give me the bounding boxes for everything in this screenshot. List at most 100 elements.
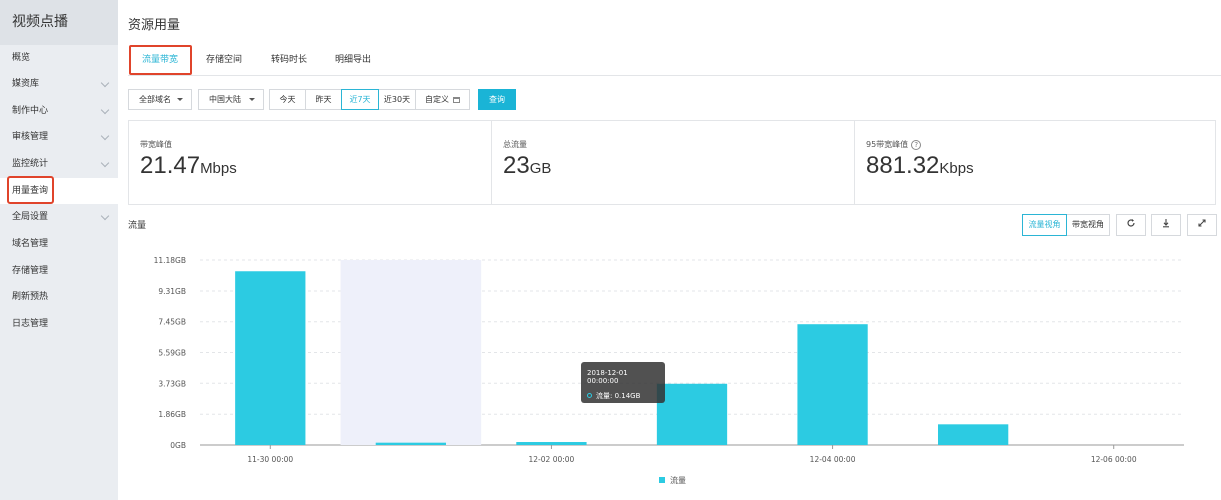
sidebar-item[interactable]: 概览	[0, 45, 118, 71]
stat-unit: GB	[529, 160, 552, 177]
domain-dropdown[interactable]: 全部域名	[128, 89, 192, 110]
y-tick-label: 9.31GB	[158, 287, 186, 296]
tab-bar: 流量带宽 存储空间 转码时长 明细导出	[128, 46, 1221, 76]
sidebar-item[interactable]: 媒资库	[0, 71, 118, 97]
download-button[interactable]	[1151, 214, 1181, 236]
x-tick-label: 12-04 00:00	[810, 455, 856, 464]
sidebar-item-label: 刷新预热	[12, 292, 49, 302]
x-tick-label: 11-30 00:00	[247, 455, 293, 464]
bar[interactable]	[797, 324, 868, 445]
bar[interactable]	[235, 271, 306, 445]
stat-number: 881.32	[866, 152, 940, 179]
legend-label: 流量	[670, 476, 686, 485]
sidebar: 视频点播 概览 媒资库 制作中心 审核管理 监控统计 用量查询 全局设置 域名管理 存储管理 刷新…	[0, 0, 118, 500]
sidebar-item-label: 概览	[12, 53, 31, 63]
range-custom[interactable]: 自定义	[415, 89, 470, 110]
sidebar-item-label: 存储管理	[12, 266, 49, 276]
sidebar-item-label: 制作中心	[12, 106, 49, 116]
help-icon[interactable]: ?	[911, 140, 922, 150]
tab-detail-export[interactable]: 明细导出	[322, 46, 384, 75]
stat-label: 总流量	[503, 140, 527, 149]
region-dropdown[interactable]: 中国大陆	[198, 89, 264, 110]
y-tick-label: 3.73GB	[158, 379, 186, 388]
tab-transcode-duration[interactable]: 转码时长	[258, 46, 320, 75]
stat-number: 21.47	[140, 152, 201, 179]
sidebar-item[interactable]: 制作中心	[0, 98, 118, 124]
domain-dropdown-label: 全部域名	[139, 95, 171, 104]
highlight-box-usage-query	[7, 176, 54, 204]
query-button[interactable]: 查询	[478, 89, 516, 110]
range-custom-label: 自定义	[425, 95, 449, 104]
sidebar-item-label: 域名管理	[12, 239, 49, 249]
highlight-box-tab	[129, 45, 192, 75]
sidebar-item[interactable]: 刷新预热	[0, 284, 118, 310]
sidebar-item[interactable]: 全局设置	[0, 204, 118, 230]
y-tick-label: 1.86GB	[158, 410, 186, 419]
sidebar-item-label: 全局设置	[12, 212, 49, 222]
y-tick-label: 5.59GB	[158, 349, 186, 358]
chart-y-axis: 0GB 1.86GB 3.73GB 5.59GB 7.45GB 9.31GB 11.18GB	[154, 256, 186, 450]
chevron-down-icon	[100, 131, 110, 141]
chevron-down-icon	[100, 158, 110, 168]
series-dot-icon	[587, 393, 592, 398]
stat-95-peak-bandwidth: 95带宽峰值? 881.32Kbps	[855, 121, 1215, 204]
chart-hover-highlight	[340, 260, 482, 445]
traffic-view-button[interactable]: 流量视角	[1022, 214, 1067, 236]
bandwidth-view-button[interactable]: 带宽视角	[1066, 214, 1110, 236]
chevron-down-icon	[100, 78, 110, 88]
range-yesterday[interactable]: 昨天	[305, 89, 342, 110]
sidebar-item[interactable]: 监控统计	[0, 151, 118, 177]
y-tick-label: 7.45GB	[158, 318, 186, 327]
stat-label: 95带宽峰值?	[866, 139, 922, 150]
sidebar-item-label: 媒资库	[12, 79, 40, 89]
tab-storage[interactable]: 存储空间	[194, 46, 254, 75]
stat-value: 21.47Mbps	[140, 152, 237, 180]
stats-panel: 带宽峰值 21.47Mbps 总流量 23GB 95带宽峰值? 881.32Kb…	[128, 120, 1216, 205]
sidebar-item[interactable]: 存储管理	[0, 258, 118, 284]
sidebar-item-label: 日志管理	[12, 319, 49, 329]
stat-unit: Mbps	[200, 160, 237, 177]
sidebar-item-label: 审核管理	[12, 132, 49, 142]
tooltip-row: 流量: 0.14GB	[587, 391, 659, 401]
chart-title: 流量	[128, 221, 147, 231]
x-tick-label: 12-02 00:00	[529, 455, 575, 464]
stat-total-traffic: 总流量 23GB	[492, 121, 855, 204]
calendar-icon	[453, 97, 460, 103]
chart-legend[interactable]: 流量	[659, 475, 686, 486]
bar[interactable]	[656, 383, 728, 445]
sidebar-title: 视频点播	[0, 0, 118, 45]
x-tick-label: 12-06 00:00	[1091, 455, 1137, 464]
bar[interactable]	[375, 442, 446, 445]
range-last-30-days[interactable]: 近30天	[378, 89, 416, 110]
sidebar-item[interactable]: 日志管理	[0, 311, 118, 337]
caret-down-icon	[249, 98, 255, 101]
range-today[interactable]: 今天	[269, 89, 306, 110]
stat-label-text: 95带宽峰值	[866, 140, 909, 149]
tooltip-value: 流量: 0.14GB	[596, 392, 641, 400]
bar[interactable]	[938, 424, 1009, 445]
stat-label: 带宽峰值	[140, 140, 172, 149]
hover-highlight-band	[340, 260, 482, 445]
chevron-down-icon	[100, 105, 110, 115]
fullscreen-button[interactable]	[1187, 214, 1217, 236]
y-tick-label: 0GB	[170, 441, 186, 450]
region-dropdown-label: 中国大陆	[209, 95, 241, 104]
caret-down-icon	[177, 98, 183, 101]
chevron-down-icon	[100, 211, 110, 221]
sidebar-item[interactable]: 审核管理	[0, 124, 118, 150]
y-tick-label: 11.18GB	[154, 256, 186, 265]
sidebar-item[interactable]: 域名管理	[0, 231, 118, 257]
bar[interactable]	[516, 442, 587, 445]
range-last-7-days[interactable]: 近7天	[341, 89, 379, 110]
stat-number: 23	[503, 152, 530, 179]
fullscreen-icon	[1198, 219, 1206, 227]
chart-x-axis: 11-30 00:00 12-02 00:00 12-04 00:00 12-06 0…	[247, 445, 1137, 464]
download-icon	[1163, 219, 1169, 228]
refresh-button[interactable]	[1116, 214, 1146, 236]
page-title: 资源用量	[128, 18, 181, 33]
chart-tooltip: 2018-12-01 00:00:00 流量: 0.14GB	[581, 362, 665, 403]
tooltip-time: 2018-12-01 00:00:00	[587, 369, 628, 385]
stat-peak-bandwidth: 带宽峰值 21.47Mbps	[129, 121, 492, 204]
sidebar-item-label: 监控统计	[12, 159, 49, 169]
stat-value: 23GB	[503, 152, 551, 180]
